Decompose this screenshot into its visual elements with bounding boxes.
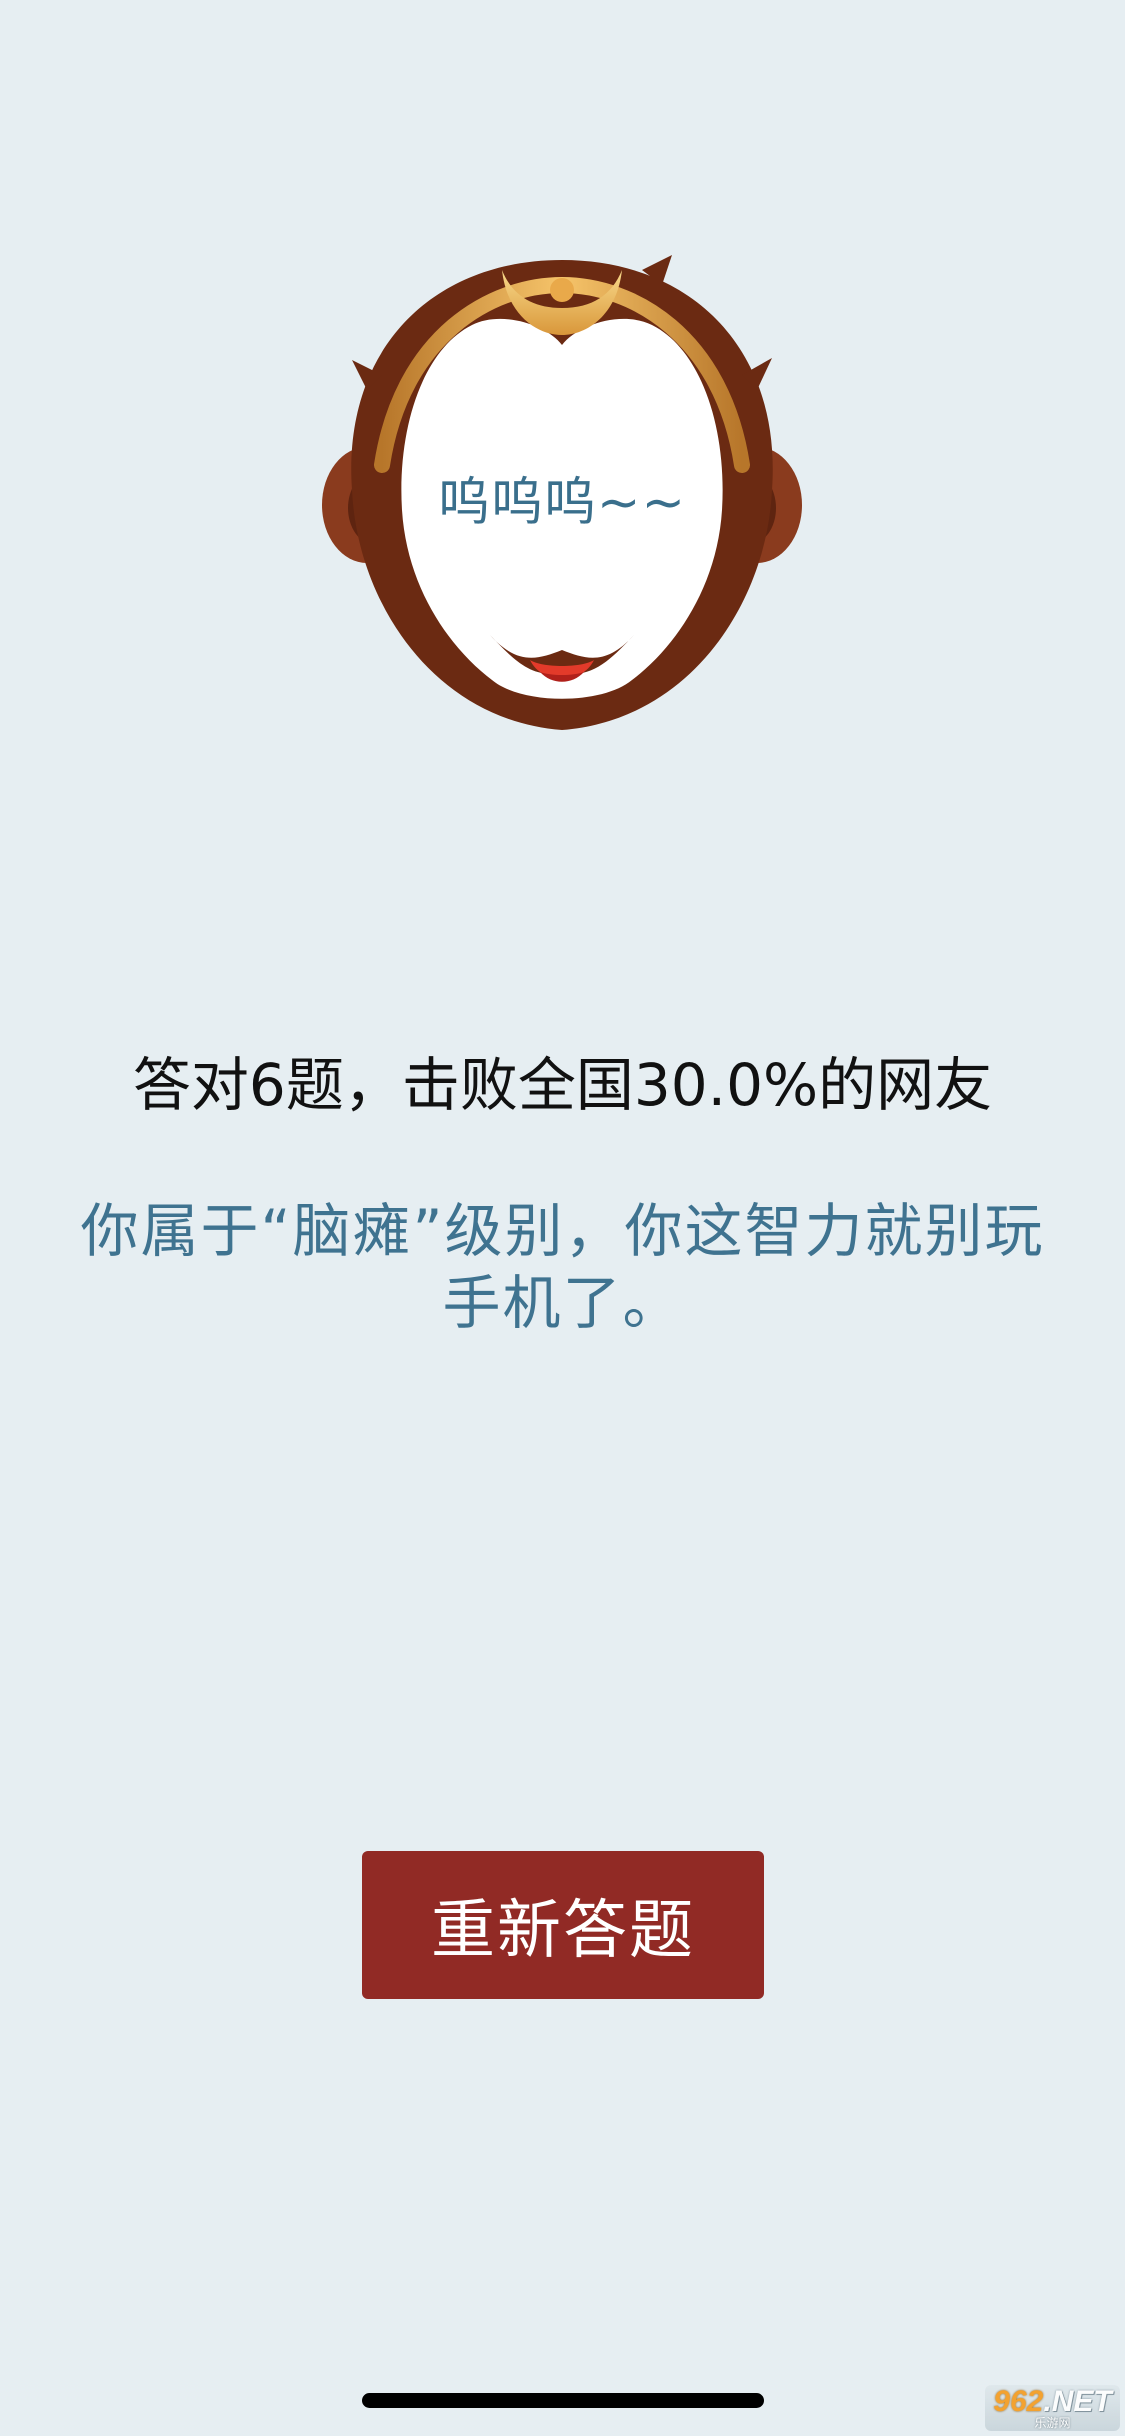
retry-quiz-button[interactable]: 重新答题 [362,1851,764,1999]
home-indicator[interactable] [362,2393,764,2408]
avatar-caption: 呜呜呜~~ [437,473,687,533]
watermark-brand-rest: .NET [1043,2384,1112,2418]
monkey-avatar: 呜呜呜~~ [312,240,812,740]
watermark-brand-accent: 962 [993,2384,1044,2418]
result-verdict: 你属于“脑瘫”级别，你这智力就别玩手机了。 [80,1197,1045,1337]
site-watermark-logo: 962.NET 乐游网 [985,2385,1120,2431]
score-summary: 答对6题，击败全国30.0%的网友 [132,1051,993,1119]
watermark-subtitle: 乐游网 [1034,2415,1071,2430]
